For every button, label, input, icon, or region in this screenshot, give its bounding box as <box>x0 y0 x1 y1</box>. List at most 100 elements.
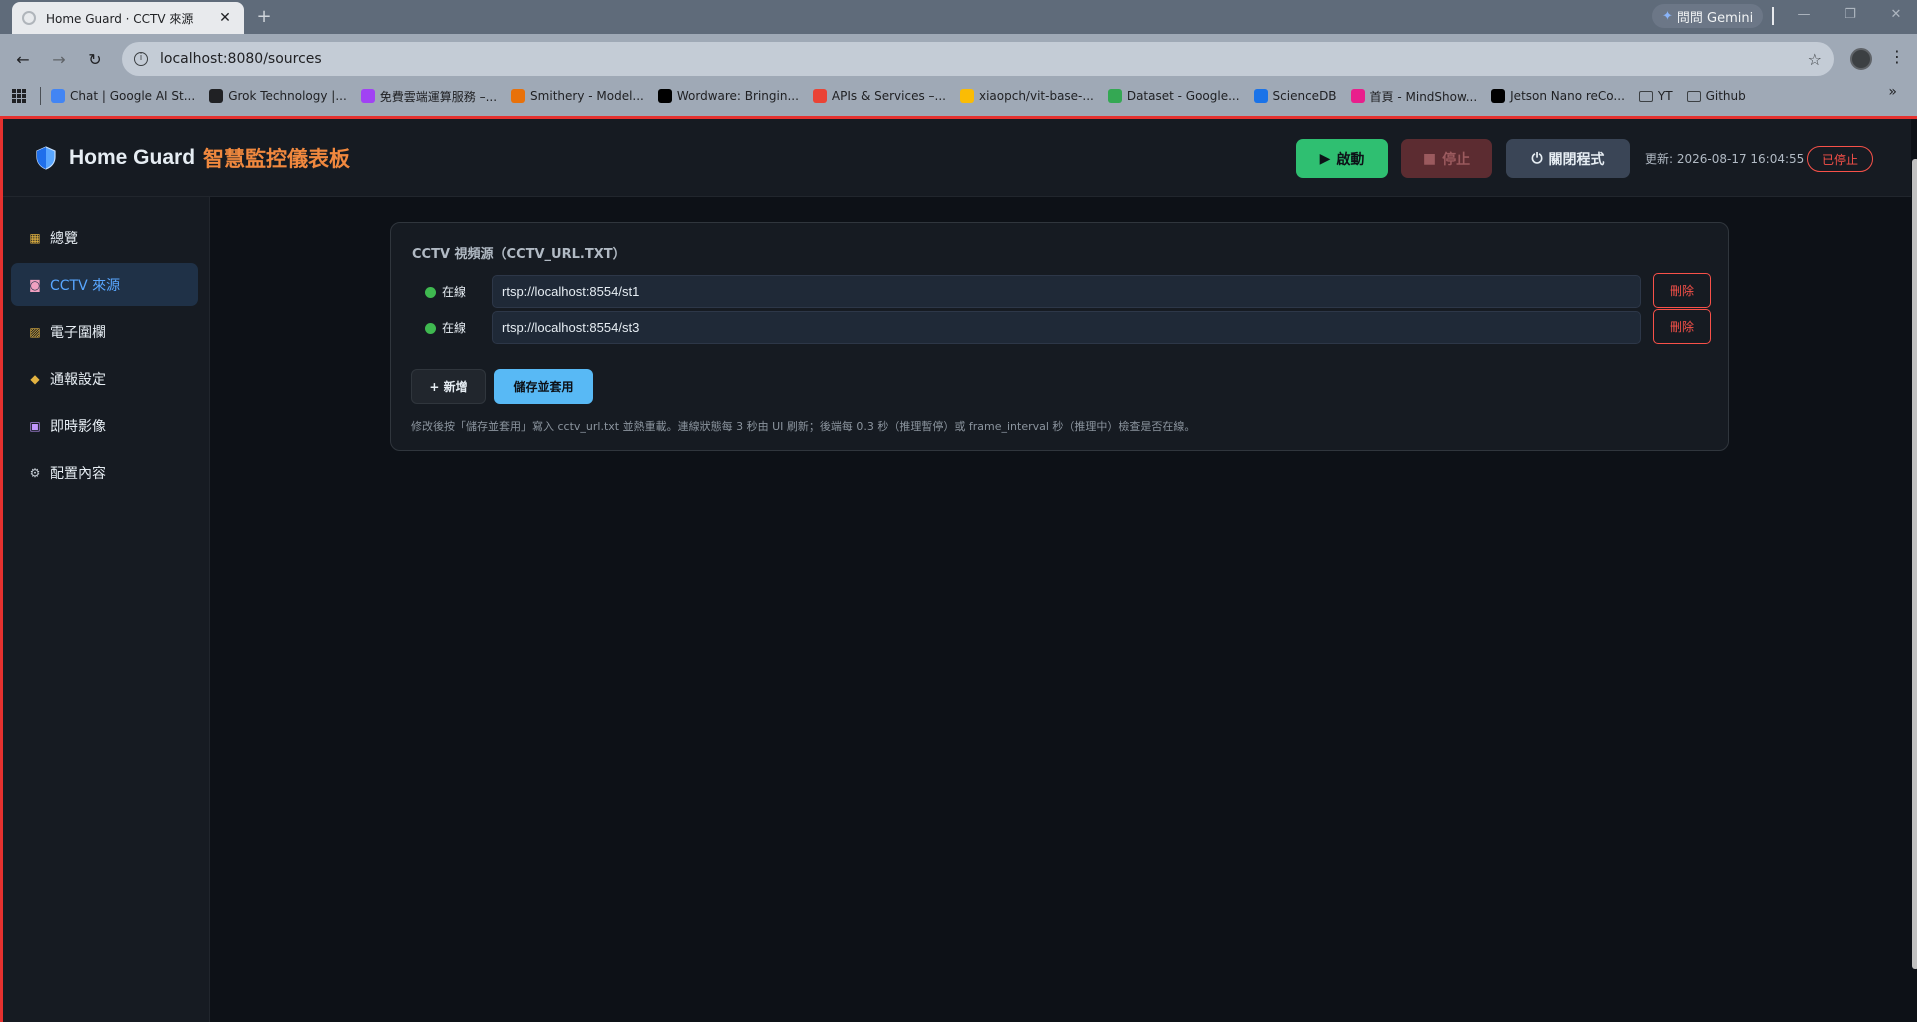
wordware-icon <box>657 89 672 103</box>
power-icon: ⏻ <box>1531 150 1543 167</box>
profile-avatar[interactable] <box>1850 48 1872 70</box>
medium-icon <box>1491 89 1506 103</box>
brand: Home Guard 智慧監控儀表板 <box>35 143 350 173</box>
online-status-text: 在線 <box>442 285 467 299</box>
sidebar-item-2[interactable]: ◙ CCTV 來源 <box>11 263 198 306</box>
sidebar-item-label: 通報設定 <box>50 371 106 388</box>
browser-toolbar: ← → ↻ i localhost:8080/sources ☆ ⋮ Chat … <box>0 34 1917 116</box>
tab-favicon-icon <box>22 11 36 25</box>
back-icon[interactable]: ← <box>10 47 36 73</box>
play-icon: ▶ <box>1319 150 1331 167</box>
forward-icon[interactable]: → <box>46 47 72 73</box>
brand-title: Home Guard <box>69 146 196 169</box>
bookmark-item[interactable]: APIs & Services –... <box>812 89 946 103</box>
bookmark-item[interactable]: Smithery - Model... <box>511 89 644 103</box>
gcp-icon <box>812 89 827 103</box>
gemini-label: 問問 Gemini <box>1676 10 1754 26</box>
save-apply-button[interactable]: 儲存並套用 <box>494 369 593 404</box>
sidebar-item-label: 配置內容 <box>50 465 106 482</box>
scrollbar-thumb[interactable] <box>1912 159 1917 969</box>
reload-icon[interactable]: ↻ <box>82 47 108 73</box>
new-tab-button[interactable]: + <box>252 6 276 30</box>
sciencedb-icon <box>1253 89 1268 103</box>
app-header: Home Guard 智慧監控儀表板 ▶ 啟動 ■ 停止 ⏻ 關閉程式 更新: … <box>3 119 1914 197</box>
sidebar-item-label: CCTV 來源 <box>50 277 121 294</box>
brand-subtitle: 智慧監控儀表板 <box>203 148 351 171</box>
bookmark-label: Wordware: Bringin... <box>676 89 799 103</box>
address-url[interactable]: localhost:8080/sources <box>160 51 1808 67</box>
bookmark-star-icon[interactable]: ☆ <box>1808 50 1822 69</box>
status-badge: 已停止 <box>1807 146 1873 172</box>
sidebar-item-label: 總覽 <box>50 230 78 247</box>
cctv-sources-card: CCTV 視頻源（CCTV_URL.TXT） 在線 刪除 在線 刪除 + 新增 … <box>390 222 1729 451</box>
quit-button[interactable]: ⏻ 關閉程式 <box>1506 139 1630 178</box>
drive-icon <box>1107 89 1122 103</box>
bookmark-label: Chat | Google AI St... <box>70 89 196 103</box>
bookmark-label: APIs & Services –... <box>831 89 946 103</box>
bookmarks-overflow-icon[interactable]: » <box>1888 84 1897 100</box>
tabstrip-divider <box>1772 7 1774 25</box>
bookmark-label: Jetson Nano reCo... <box>1510 89 1625 103</box>
bookmark-item[interactable]: Chat | Google AI St... <box>51 89 195 103</box>
bell-icon: ◆ <box>30 371 40 386</box>
bookmark-item[interactable]: Wordware: Bringin... <box>657 89 799 103</box>
source-url-input[interactable] <box>492 275 1641 308</box>
bookmark-item[interactable]: YT <box>1638 89 1673 103</box>
window-close-icon[interactable]: ✕ <box>1884 5 1908 25</box>
stop-button[interactable]: ■ 停止 <box>1401 139 1492 178</box>
sidebar-item-1[interactable]: ▦ 總覽 <box>11 216 198 259</box>
minimize-icon[interactable]: — <box>1792 5 1816 25</box>
card-title: CCTV 視頻源（CCTV_URL.TXT） <box>412 247 626 262</box>
bookmark-item[interactable]: ScienceDB <box>1253 89 1337 103</box>
bookmark-item[interactable]: Github <box>1686 89 1746 103</box>
bookmark-item[interactable]: 免費雲端運算服務 –... <box>360 88 497 105</box>
folder-icon <box>1638 90 1653 102</box>
apps-grid-icon[interactable] <box>12 89 26 103</box>
chart-icon: ▦ <box>29 230 41 245</box>
app-root: Home Guard 智慧監控儀表板 ▶ 啟動 ■ 停止 ⏻ 關閉程式 更新: … <box>0 116 1917 1022</box>
ai-studio-icon <box>51 89 65 103</box>
sidebar-item-3[interactable]: ▨ 電子圍欄 <box>11 310 198 353</box>
add-source-button[interactable]: + 新增 <box>411 369 486 404</box>
sidebar-item-6[interactable]: ⚙ 配置內容 <box>11 451 198 494</box>
sidebar-item-4[interactable]: ◆ 通報設定 <box>11 357 198 400</box>
gear-icon: ⚙ <box>29 465 41 480</box>
bookmark-item[interactable]: 首頁 - MindShow... <box>1350 88 1478 105</box>
restore-icon[interactable]: ❐ <box>1838 5 1862 25</box>
bookmark-label: Dataset - Google... <box>1126 89 1240 103</box>
gemini-button[interactable]: ✦ 問問 Gemini <box>1652 4 1764 28</box>
stop-label: 停止 <box>1442 151 1471 168</box>
bookmark-label: 首頁 - MindShow... <box>1369 89 1478 104</box>
bookmark-item[interactable]: Dataset - Google... <box>1107 89 1240 103</box>
page-scrollbar[interactable] <box>1911 119 1917 1022</box>
site-info-icon[interactable]: i <box>134 52 148 66</box>
browser-tab[interactable]: Home Guard · CCTV 來源 ✕ <box>12 2 244 34</box>
source-url-input[interactable] <box>492 311 1641 344</box>
bookmark-label: Github <box>1705 89 1746 103</box>
start-button[interactable]: ▶ 啟動 <box>1296 139 1388 178</box>
source-row: 在線 刪除 <box>412 273 1711 309</box>
bookmark-label: ScienceDB <box>1272 89 1337 103</box>
sidebar-item-5[interactable]: ▣ 即時影像 <box>11 404 198 447</box>
browser-tabstrip: Home Guard · CCTV 來源 ✕ + ✦ 問問 Gemini — ❐… <box>0 0 1917 34</box>
sidebar-item-label: 即時影像 <box>50 418 106 435</box>
grok-icon <box>209 89 224 103</box>
bookmark-item[interactable]: Grok Technology |... <box>209 89 347 103</box>
bookmark-item[interactable]: Jetson Nano reCo... <box>1491 89 1625 103</box>
help-text: 修改後按「儲存並套用」寫入 cctv_url.txt 並熱重載。連線狀態每 3 … <box>411 420 1196 433</box>
bookmarks-divider <box>40 87 41 105</box>
shield-icon <box>36 146 56 170</box>
address-bar[interactable]: i localhost:8080/sources ☆ <box>122 42 1834 76</box>
bookmark-item[interactable]: xiaopch/vit-base-... <box>959 89 1094 103</box>
browser-menu-icon[interactable]: ⋮ <box>1888 47 1906 71</box>
stop-icon: ■ <box>1422 150 1437 167</box>
updated-timestamp: 更新: 2026-08-17 16:04:55 <box>1645 152 1805 166</box>
online-status-dot <box>425 287 436 298</box>
bookmarks-bar: Chat | Google AI St... Grok Technology |.… <box>0 84 1917 108</box>
delete-button[interactable]: 刪除 <box>1653 273 1711 308</box>
cctv-camera-icon: ◙ <box>29 277 41 292</box>
delete-button[interactable]: 刪除 <box>1653 309 1711 344</box>
source-row: 在線 刪除 <box>412 309 1711 345</box>
fence-icon: ▨ <box>29 324 41 339</box>
tab-close-icon[interactable]: ✕ <box>216 10 234 26</box>
